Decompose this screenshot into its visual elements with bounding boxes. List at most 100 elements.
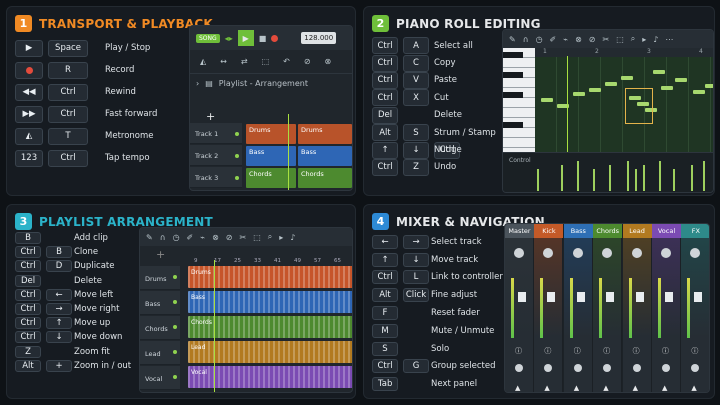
key-cap[interactable]: ↑ — [372, 252, 398, 267]
key-cap[interactable]: V — [403, 71, 429, 89]
key-cap[interactable]: Ctrl — [15, 246, 41, 259]
pencil-icon[interactable]: ✐ — [550, 35, 557, 44]
route-arrow-icon[interactable]: ▲ — [544, 384, 549, 392]
select-icon[interactable]: ⬚ — [616, 35, 624, 44]
note[interactable] — [605, 82, 617, 86]
pencil-icon[interactable]: ✐ — [187, 233, 194, 242]
pan-knob[interactable] — [603, 364, 612, 372]
rewind-key[interactable]: ◀◀ — [15, 83, 43, 101]
key-cap[interactable]: Ctrl — [15, 303, 41, 316]
select-icon[interactable]: ⬚ — [253, 233, 261, 242]
wrench-icon[interactable]: ✎ — [509, 35, 516, 44]
key-cap[interactable]: Alt — [372, 288, 398, 303]
key-cap[interactable]: S — [372, 341, 398, 356]
channel-strip[interactable]: ⓘ ▲ — [652, 238, 681, 392]
delete-icon[interactable]: ⊗ — [212, 233, 219, 242]
channel-header[interactable]: Kick — [534, 224, 564, 238]
clip[interactable]: Bass — [298, 146, 352, 166]
pan-knob[interactable] — [662, 364, 670, 372]
key-cap[interactable]: B — [46, 246, 72, 259]
key-cap[interactable]: Ctrl — [372, 71, 398, 89]
channel-strip[interactable]: ⓘ ▲ — [563, 238, 593, 392]
magnet-icon[interactable]: ∩ — [523, 35, 529, 44]
key-cap[interactable]: Del — [372, 106, 399, 124]
select-icon[interactable]: ⬚ — [262, 57, 270, 66]
fader[interactable] — [635, 292, 644, 302]
fader[interactable] — [606, 292, 615, 302]
key-cap[interactable]: ← — [372, 234, 398, 249]
note[interactable] — [621, 76, 633, 80]
play-icon[interactable]: ▸ — [279, 233, 283, 242]
pan-knob[interactable] — [515, 364, 523, 372]
tempo-display[interactable]: 128.000 — [301, 32, 337, 44]
channel-strip[interactable]: ⓘ ▲ — [681, 238, 709, 392]
key-cap[interactable]: Ctrl — [372, 37, 398, 55]
note[interactable] — [589, 88, 601, 92]
route-arrow-icon[interactable]: ▲ — [662, 384, 667, 392]
channel-strip[interactable]: ⓘ ▲ — [505, 238, 534, 392]
track-header[interactable]: Bass — [140, 291, 180, 315]
note[interactable] — [693, 90, 705, 94]
channel-header[interactable]: Master — [505, 224, 534, 238]
tap-tempo-key[interactable]: 123 — [15, 149, 43, 167]
delete-icon[interactable]: ⊗ — [575, 35, 582, 44]
velocity-bar[interactable] — [577, 161, 579, 191]
key-cap[interactable]: C — [403, 54, 429, 72]
velocity-bar[interactable] — [643, 165, 645, 191]
pan-knob[interactable] — [573, 364, 582, 372]
ctrl-key[interactable]: Ctrl — [48, 149, 88, 167]
piano-keys[interactable] — [503, 48, 535, 152]
mute-icon[interactable]: ⊘ — [589, 35, 596, 44]
velocity-bar[interactable] — [635, 169, 637, 191]
t-key[interactable]: T — [48, 127, 88, 145]
key-cap[interactable]: Ctrl — [15, 288, 41, 301]
key-cap[interactable]: X — [403, 89, 429, 107]
route-arrow-icon[interactable]: ▲ — [515, 384, 520, 392]
key-cap[interactable]: Alt — [15, 359, 41, 372]
key-cap[interactable]: Z — [403, 158, 429, 176]
solo-icon[interactable]: ⓘ — [691, 346, 698, 356]
solo-icon[interactable]: ⓘ — [603, 346, 610, 356]
key-cap[interactable]: ↓ — [403, 141, 429, 159]
key-cap[interactable]: Ctrl — [372, 54, 398, 72]
velocity-bar[interactable] — [691, 165, 693, 191]
solo-icon[interactable]: ⓘ — [574, 346, 581, 356]
playhead[interactable] — [214, 260, 215, 392]
song-mode-button[interactable]: SONG — [196, 33, 220, 43]
note[interactable] — [541, 98, 553, 102]
key-cap[interactable]: Ctrl — [15, 260, 41, 273]
clock-icon[interactable]: ◷ — [536, 35, 543, 44]
slice-icon[interactable]: ✂ — [602, 35, 609, 44]
stop-button[interactable]: ■ — [259, 34, 267, 43]
knob[interactable] — [572, 248, 583, 258]
track-header[interactable]: Track 1 — [190, 123, 242, 144]
record-key[interactable] — [15, 61, 43, 79]
solo-icon[interactable]: ⓘ — [633, 346, 640, 356]
knob[interactable] — [602, 248, 613, 258]
key-cap[interactable]: ↑ — [46, 317, 72, 330]
channel-header[interactable]: Bass — [563, 224, 593, 238]
brush-icon[interactable]: ⌁ — [563, 35, 568, 44]
key-cap[interactable]: → — [403, 234, 429, 249]
key-cap[interactable]: + — [46, 359, 72, 372]
channel-header[interactable]: FX — [681, 224, 709, 238]
fader[interactable] — [576, 292, 585, 302]
solo-icon[interactable]: ⓘ — [515, 346, 522, 356]
velocity-bar[interactable] — [537, 169, 539, 191]
note[interactable] — [705, 84, 713, 88]
key-cap[interactable]: ↑ — [372, 141, 398, 159]
fader[interactable] — [547, 292, 556, 302]
track-header[interactable]: Track 3 — [190, 167, 242, 188]
key-cap[interactable]: Z — [15, 345, 41, 358]
velocity-bar[interactable] — [561, 165, 563, 191]
key-cap[interactable]: ← — [46, 288, 72, 301]
key-cap[interactable]: L — [403, 270, 429, 285]
clip[interactable]: Drums — [188, 266, 352, 288]
fader[interactable] — [694, 292, 703, 302]
velocity-bar[interactable] — [659, 161, 661, 191]
knob[interactable] — [543, 248, 554, 258]
key-cap[interactable]: B — [15, 232, 41, 245]
ruler[interactable]: 91725334149576573 — [188, 258, 352, 266]
clip[interactable]: Drums — [298, 124, 352, 144]
key-cap[interactable]: F — [372, 306, 398, 321]
